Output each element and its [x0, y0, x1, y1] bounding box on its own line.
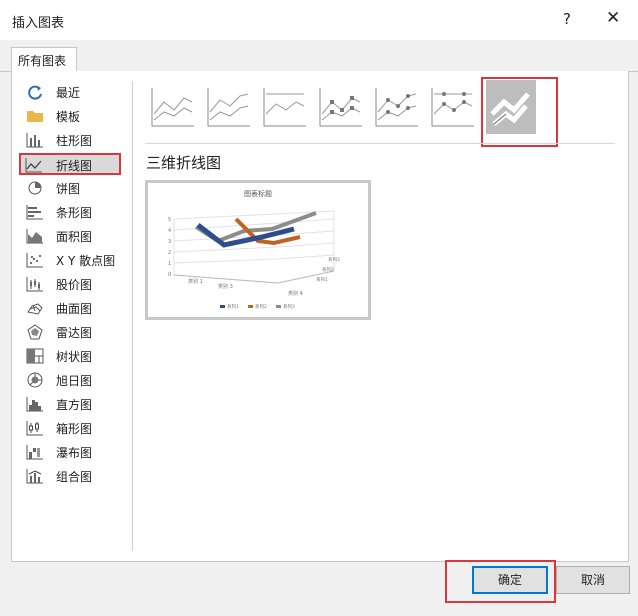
preview-category: 类别 4: [288, 290, 303, 297]
waterfall-chart-icon: [26, 445, 43, 460]
sidebar-item-box-whisker[interactable]: 箱形图: [22, 418, 122, 438]
100-stacked-line-icon: [263, 88, 306, 127]
stacked-line-with-markers-icon: [375, 88, 418, 127]
sidebar-item-waterfall[interactable]: 瀑布图: [22, 442, 122, 462]
preview-depth-label: 系列2: [322, 266, 334, 273]
preview-y-tick: 3: [168, 239, 171, 245]
sidebar-item-surface[interactable]: 曲面图: [22, 298, 122, 318]
chart-preview: 图表标题 5 4 3 2 1 0 类别 1 类别 3 类别 4 系列3 系列2 …: [145, 180, 371, 320]
preview-y-tick: 0: [168, 272, 171, 278]
sidebar-item-label: 饼图: [56, 182, 81, 196]
bar-chart-icon: [26, 205, 43, 220]
radar-chart-icon: [27, 324, 43, 340]
sidebar-item-label: 模板: [56, 110, 81, 124]
section-title: 三维折线图: [146, 154, 222, 172]
title-bar: [0, 0, 638, 40]
sidebar-item-label: 折线图: [56, 159, 93, 173]
preview-y-tick: 4: [168, 228, 171, 234]
subtype-stacked-line[interactable]: [206, 84, 252, 130]
line-icon: [151, 88, 194, 127]
tab-all-charts[interactable]: 所有图表: [11, 47, 77, 72]
subtype-stacked-line-with-markers[interactable]: [374, 84, 420, 130]
subtype-line-with-markers[interactable]: [318, 84, 364, 130]
preview-y-tick: 1: [168, 261, 171, 267]
preview-title: 图表标题: [244, 189, 272, 198]
sidebar-item-bar[interactable]: 条形图: [22, 202, 122, 222]
column-chart-icon: [26, 133, 43, 148]
subtype-100-stacked-line-with-markers[interactable]: [430, 84, 476, 130]
preview-legend-item: 系列3: [283, 303, 295, 310]
histogram-chart-icon: [26, 397, 43, 412]
help-button[interactable]: ?: [563, 10, 571, 28]
sidebar-divider: [132, 81, 133, 551]
folder-icon: [27, 111, 43, 122]
dialog-title: 插入图表: [12, 16, 65, 31]
preview-depth-label: 系列1: [316, 276, 328, 283]
100-stacked-line-with-markers-icon: [431, 88, 474, 127]
sidebar-item-label: 雷达图: [56, 326, 93, 340]
preview-legend-item: 系列1: [227, 303, 239, 310]
sidebar-item-pie[interactable]: 饼图: [22, 178, 122, 198]
sidebar-item-label: 组合图: [56, 470, 93, 484]
preview-y-tick: 2: [168, 250, 171, 256]
preview-category: 类别 1: [188, 278, 203, 285]
stock-chart-icon: [26, 277, 43, 292]
pie-chart-icon: [28, 181, 42, 195]
sidebar-item-line[interactable]: 折线图: [19, 153, 121, 175]
sidebar-item-treemap[interactable]: 树状图: [22, 346, 122, 366]
sidebar-item-histogram[interactable]: 直方图: [22, 394, 122, 414]
scatter-chart-icon: [26, 253, 43, 268]
combo-chart-icon: [26, 469, 43, 484]
recent-icon: [28, 85, 42, 100]
sidebar-item-label: 柱形图: [56, 134, 93, 148]
cancel-button[interactable]: 取消: [556, 566, 630, 594]
subtype-3d-line[interactable]: [486, 80, 536, 134]
sunburst-chart-icon: [27, 372, 43, 388]
sidebar-item-label: 直方图: [56, 398, 93, 412]
treemap-chart-icon: [26, 348, 44, 364]
3d-line-icon: [490, 92, 530, 126]
sidebar-item-combo[interactable]: 组合图: [22, 466, 122, 486]
line-chart-icon: [25, 158, 42, 173]
subtype-line[interactable]: [150, 84, 196, 130]
section-divider: [145, 143, 615, 144]
tab-all-charts-label: 所有图表: [18, 54, 67, 68]
sidebar-item-stock[interactable]: 股价图: [22, 274, 122, 294]
line-with-markers-icon: [319, 88, 362, 127]
sidebar-item-label: 曲面图: [56, 302, 93, 316]
close-button[interactable]: ✕: [606, 8, 620, 28]
preview-y-tick: 5: [168, 217, 171, 223]
preview-depth-label: 系列3: [328, 256, 340, 263]
sidebar-item-area[interactable]: 面积图: [22, 226, 122, 246]
subtype-100-stacked-line[interactable]: [262, 84, 308, 130]
ok-button[interactable]: 确定: [472, 566, 548, 594]
sidebar-item-label: 股价图: [56, 278, 93, 292]
area-chart-icon: [26, 229, 43, 244]
sidebar-item-templates[interactable]: 模板: [22, 106, 122, 126]
sidebar-item-label: 箱形图: [56, 422, 93, 436]
sidebar-item-column[interactable]: 柱形图: [22, 130, 122, 150]
sidebar-item-label: 瀑布图: [56, 446, 93, 460]
preview-category: 类别 3: [218, 283, 233, 290]
sidebar-item-recent[interactable]: 最近: [22, 82, 122, 102]
sidebar-item-radar[interactable]: 雷达图: [22, 322, 122, 342]
sidebar-item-label: 树状图: [56, 350, 93, 364]
preview-legend-item: 系列2: [255, 303, 267, 310]
box-whisker-chart-icon: [26, 421, 43, 436]
preview-chart: 图表标题 5 4 3 2 1 0 类别 1 类别 3 类别 4 系列3 系列2 …: [168, 189, 340, 310]
sidebar-item-label: X Y 散点图: [56, 254, 116, 268]
sidebar-item-label: 最近: [56, 86, 81, 100]
sidebar-item-sunburst[interactable]: 旭日图: [22, 370, 122, 390]
tab-bar: [0, 40, 638, 72]
sidebar-item-label: 条形图: [56, 206, 93, 220]
sidebar-item-scatter[interactable]: X Y 散点图: [22, 250, 122, 270]
sidebar-item-label: 旭日图: [56, 374, 93, 388]
sidebar-item-label: 面积图: [56, 230, 93, 244]
surface-chart-icon: [27, 303, 43, 315]
stacked-line-icon: [207, 88, 250, 127]
